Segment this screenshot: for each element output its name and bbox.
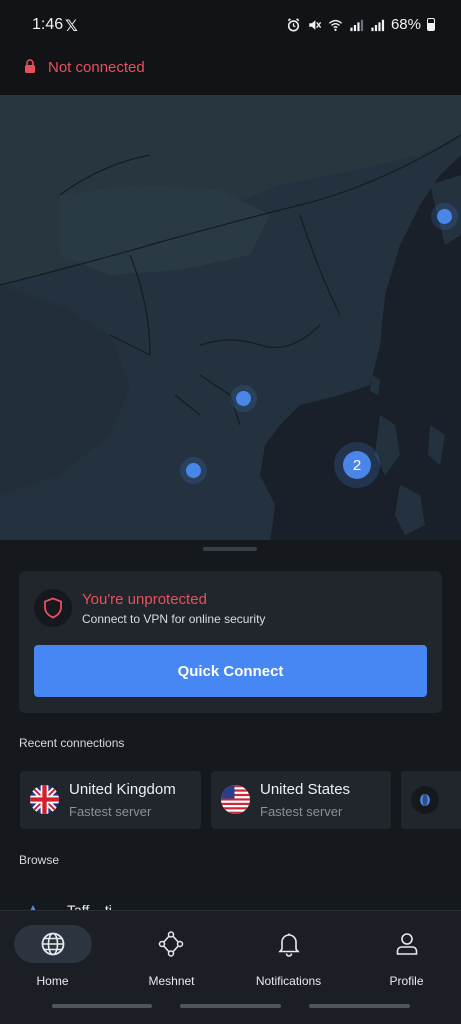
recent-server: Fastest server — [69, 804, 152, 819]
recent-country: United Kingdom — [69, 781, 176, 798]
recent-connection-uk[interactable]: United Kingdom Fastest server — [20, 771, 201, 829]
sheet-handle[interactable] — [203, 547, 257, 551]
us-flag-icon — [221, 785, 250, 814]
x-app-icon: 𝕏 — [65, 18, 78, 35]
server-cluster[interactable]: 2 — [343, 451, 371, 479]
nav-profile[interactable]: Profile — [346, 911, 461, 1001]
server-map[interactable]: 2 — [0, 95, 461, 543]
battery-icon — [427, 18, 435, 31]
battery-percent: 68% — [390, 16, 421, 33]
protection-title: You're unprotected — [82, 591, 207, 608]
recent-connection-us[interactable]: United States Fastest server — [211, 771, 391, 829]
gesture-recents[interactable] — [52, 1004, 152, 1008]
recent-server: Fastest server — [260, 804, 343, 819]
mute-icon — [309, 19, 322, 30]
gesture-home[interactable] — [180, 1004, 281, 1008]
connection-status: Not connected — [48, 59, 145, 76]
gesture-back[interactable] — [309, 1004, 410, 1008]
server-pin-thailand[interactable] — [186, 463, 201, 478]
nav-label: Meshnet — [148, 974, 195, 988]
recent-connections-label: Recent connections — [19, 736, 125, 750]
signal-icon — [350, 19, 364, 31]
map-land — [0, 95, 461, 543]
nav-meshnet[interactable]: Meshnet — [114, 911, 229, 1001]
status-icons: 68% — [286, 16, 435, 33]
status-bar: 1:46 𝕏 68% — [0, 0, 461, 50]
protection-subtitle: Connect to VPN for online security — [82, 612, 266, 626]
nav-label: Profile — [389, 974, 424, 988]
server-pin-vietnam[interactable] — [236, 391, 251, 406]
recent-country: United States — [260, 781, 351, 798]
uk-flag-icon — [30, 785, 59, 814]
server-type-badge — [411, 786, 439, 814]
bottom-sheet: You're unprotected Connect to VPN for on… — [0, 540, 461, 914]
quick-connect-button[interactable]: Quick Connect — [34, 645, 427, 697]
nav-label: Notifications — [255, 974, 322, 988]
nav-label: Home — [36, 974, 69, 988]
server-pin-korea[interactable] — [437, 209, 452, 224]
onion-icon — [420, 794, 430, 806]
nav-home[interactable]: Home — [0, 911, 115, 1001]
shield-badge — [34, 589, 72, 627]
meshnet-icon — [158, 931, 184, 957]
alarm-icon — [287, 17, 300, 31]
signal-icon-2 — [371, 19, 385, 31]
globe-icon — [41, 932, 65, 956]
connection-banner: Not connected — [0, 50, 461, 95]
status-time: 1:46 — [32, 16, 64, 33]
lock-icon — [25, 59, 35, 73]
wifi-icon — [328, 19, 343, 31]
protection-card: You're unprotected Connect to VPN for on… — [19, 571, 442, 713]
recent-connection-partial[interactable] — [401, 771, 461, 829]
browse-label: Browse — [19, 853, 60, 867]
person-icon — [396, 933, 418, 955]
nav-notifications[interactable]: Notifications — [231, 911, 346, 1001]
bell-icon — [278, 933, 300, 957]
shield-icon — [44, 597, 62, 619]
